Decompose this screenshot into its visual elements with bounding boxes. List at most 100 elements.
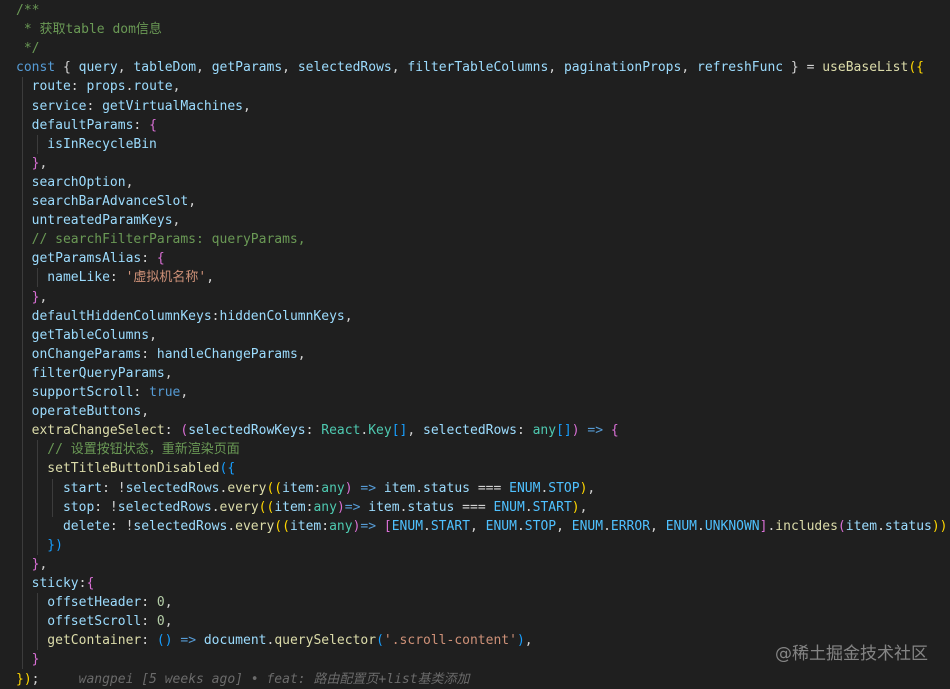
code-line: stop: !selectedRows.every((item:any)=> i… bbox=[16, 498, 587, 517]
code-token: , bbox=[172, 79, 181, 95]
code-token: , bbox=[470, 518, 486, 534]
code-token: : bbox=[133, 117, 150, 133]
code-token: , bbox=[164, 595, 173, 611]
code-token: : ! bbox=[102, 480, 126, 496]
code-token: every bbox=[219, 499, 259, 515]
code-editor[interactable]: /** * 获取table dom信息 */const { query, tab… bbox=[0, 0, 950, 687]
indent-guide bbox=[22, 77, 23, 670]
code-token: : bbox=[305, 423, 322, 439]
code-token: . bbox=[524, 499, 533, 515]
code-token: . bbox=[697, 518, 705, 534]
code-line: const { query, tableDom, getParams, sele… bbox=[16, 58, 924, 77]
code-token: offsetHeader bbox=[16, 595, 142, 611]
code-token: offsetScroll bbox=[16, 614, 142, 630]
code-token: selectedRows bbox=[297, 60, 392, 76]
code-token: // searchFilterParams: queryParams, bbox=[16, 232, 306, 248]
code-token: : bbox=[109, 270, 126, 286]
code-token: . bbox=[227, 518, 236, 534]
code-token: [ bbox=[383, 518, 392, 534]
code-token: const bbox=[16, 60, 56, 76]
code-token: ENUM bbox=[665, 518, 698, 534]
code-token: , bbox=[164, 365, 173, 381]
code-token: (( bbox=[258, 499, 275, 515]
code-token: selectedRows bbox=[423, 423, 517, 439]
code-token: route bbox=[133, 79, 173, 95]
code-token: every bbox=[235, 518, 275, 534]
code-token: : bbox=[70, 79, 87, 95]
code-token: ) bbox=[336, 499, 345, 515]
code-line: setTitleButtonDisabled({ bbox=[16, 459, 235, 478]
code-token: item bbox=[845, 518, 878, 534]
code-token: : bbox=[164, 423, 181, 439]
code-token: . bbox=[877, 518, 885, 534]
watermark-text: @稀土掘金技术社区 bbox=[775, 644, 928, 664]
code-token: : bbox=[211, 308, 220, 324]
code-token: querySelector bbox=[274, 633, 377, 649]
code-token: getParamsAlias bbox=[16, 251, 142, 267]
code-token: : bbox=[86, 98, 103, 114]
code-token: item bbox=[383, 480, 416, 496]
code-token: any bbox=[321, 480, 345, 496]
code-token: tableDom bbox=[133, 60, 197, 76]
code-line: * 获取table dom信息 bbox=[16, 20, 162, 39]
code-line: // searchFilterParams: queryParams, bbox=[16, 230, 306, 249]
code-line: sticky:{ bbox=[16, 574, 95, 593]
code-token: any bbox=[313, 499, 337, 515]
code-token: start bbox=[16, 480, 103, 496]
code-token: , bbox=[39, 155, 48, 171]
code-token: true bbox=[149, 385, 181, 400]
code-token: React bbox=[321, 423, 361, 439]
code-token: , bbox=[117, 60, 134, 76]
code-token: item bbox=[368, 499, 400, 515]
code-token: delete bbox=[16, 518, 110, 534]
code-token: STOP bbox=[548, 480, 580, 496]
code-token: START bbox=[430, 518, 470, 534]
code-token: selectedRows bbox=[125, 480, 220, 496]
code-token: (( bbox=[274, 518, 290, 534]
code-token: , bbox=[650, 518, 666, 534]
code-token: stop bbox=[16, 499, 95, 515]
code-token: status bbox=[884, 518, 932, 534]
code-token: (( bbox=[266, 480, 283, 496]
code-line: /** bbox=[16, 1, 39, 20]
code-token: any bbox=[532, 423, 557, 439]
code-token: * 获取table dom信息 bbox=[16, 22, 162, 38]
code-token: , bbox=[39, 289, 48, 305]
code-token: . bbox=[516, 518, 525, 534]
code-token: item bbox=[274, 499, 306, 515]
code-token: . bbox=[415, 480, 424, 496]
code-token: { bbox=[55, 60, 79, 76]
code-token: ) bbox=[344, 480, 353, 496]
code-token: === bbox=[454, 499, 494, 515]
code-line: }, bbox=[16, 154, 48, 173]
code-token: 0 bbox=[156, 614, 165, 630]
code-token: ENUM bbox=[391, 518, 424, 534]
code-token: getContainer bbox=[16, 633, 142, 649]
code-line: } bbox=[16, 650, 40, 669]
code-token: , bbox=[141, 404, 150, 420]
code-token: selectedRows bbox=[133, 518, 228, 534]
code-token: handleChangeParams bbox=[156, 346, 298, 362]
code-token: getVirtualMachines bbox=[102, 98, 243, 114]
code-line: defaultParams: { bbox=[16, 116, 157, 135]
code-token: ENUM bbox=[485, 518, 517, 534]
code-token: item bbox=[289, 518, 322, 534]
code-token: . bbox=[423, 518, 431, 534]
code-token: wangpei [5 weeks ago] • feat: 路由配置页+list… bbox=[39, 671, 470, 687]
code-line: onChangeParams: handleChangeParams, bbox=[16, 345, 306, 364]
code-token: status bbox=[407, 499, 455, 515]
code-token: ERROR bbox=[610, 518, 651, 534]
code-token: , bbox=[125, 174, 134, 190]
code-token: => bbox=[579, 423, 611, 439]
code-token: { bbox=[156, 251, 165, 267]
code-token: : bbox=[321, 518, 330, 534]
code-line: service: getVirtualMachines, bbox=[16, 97, 251, 116]
code-token: , bbox=[524, 633, 533, 649]
code-token: } bbox=[16, 652, 40, 668]
code-token: ENUM bbox=[493, 499, 525, 515]
code-token: defaultHiddenColumnKeys bbox=[16, 308, 212, 324]
code-line: start: !selectedRows.every((item:any) =>… bbox=[16, 479, 595, 498]
code-token: START bbox=[532, 499, 572, 515]
code-line: operateButtons, bbox=[16, 402, 149, 421]
code-token: // 设置按钮状态，重新渲染页面 bbox=[16, 442, 240, 458]
